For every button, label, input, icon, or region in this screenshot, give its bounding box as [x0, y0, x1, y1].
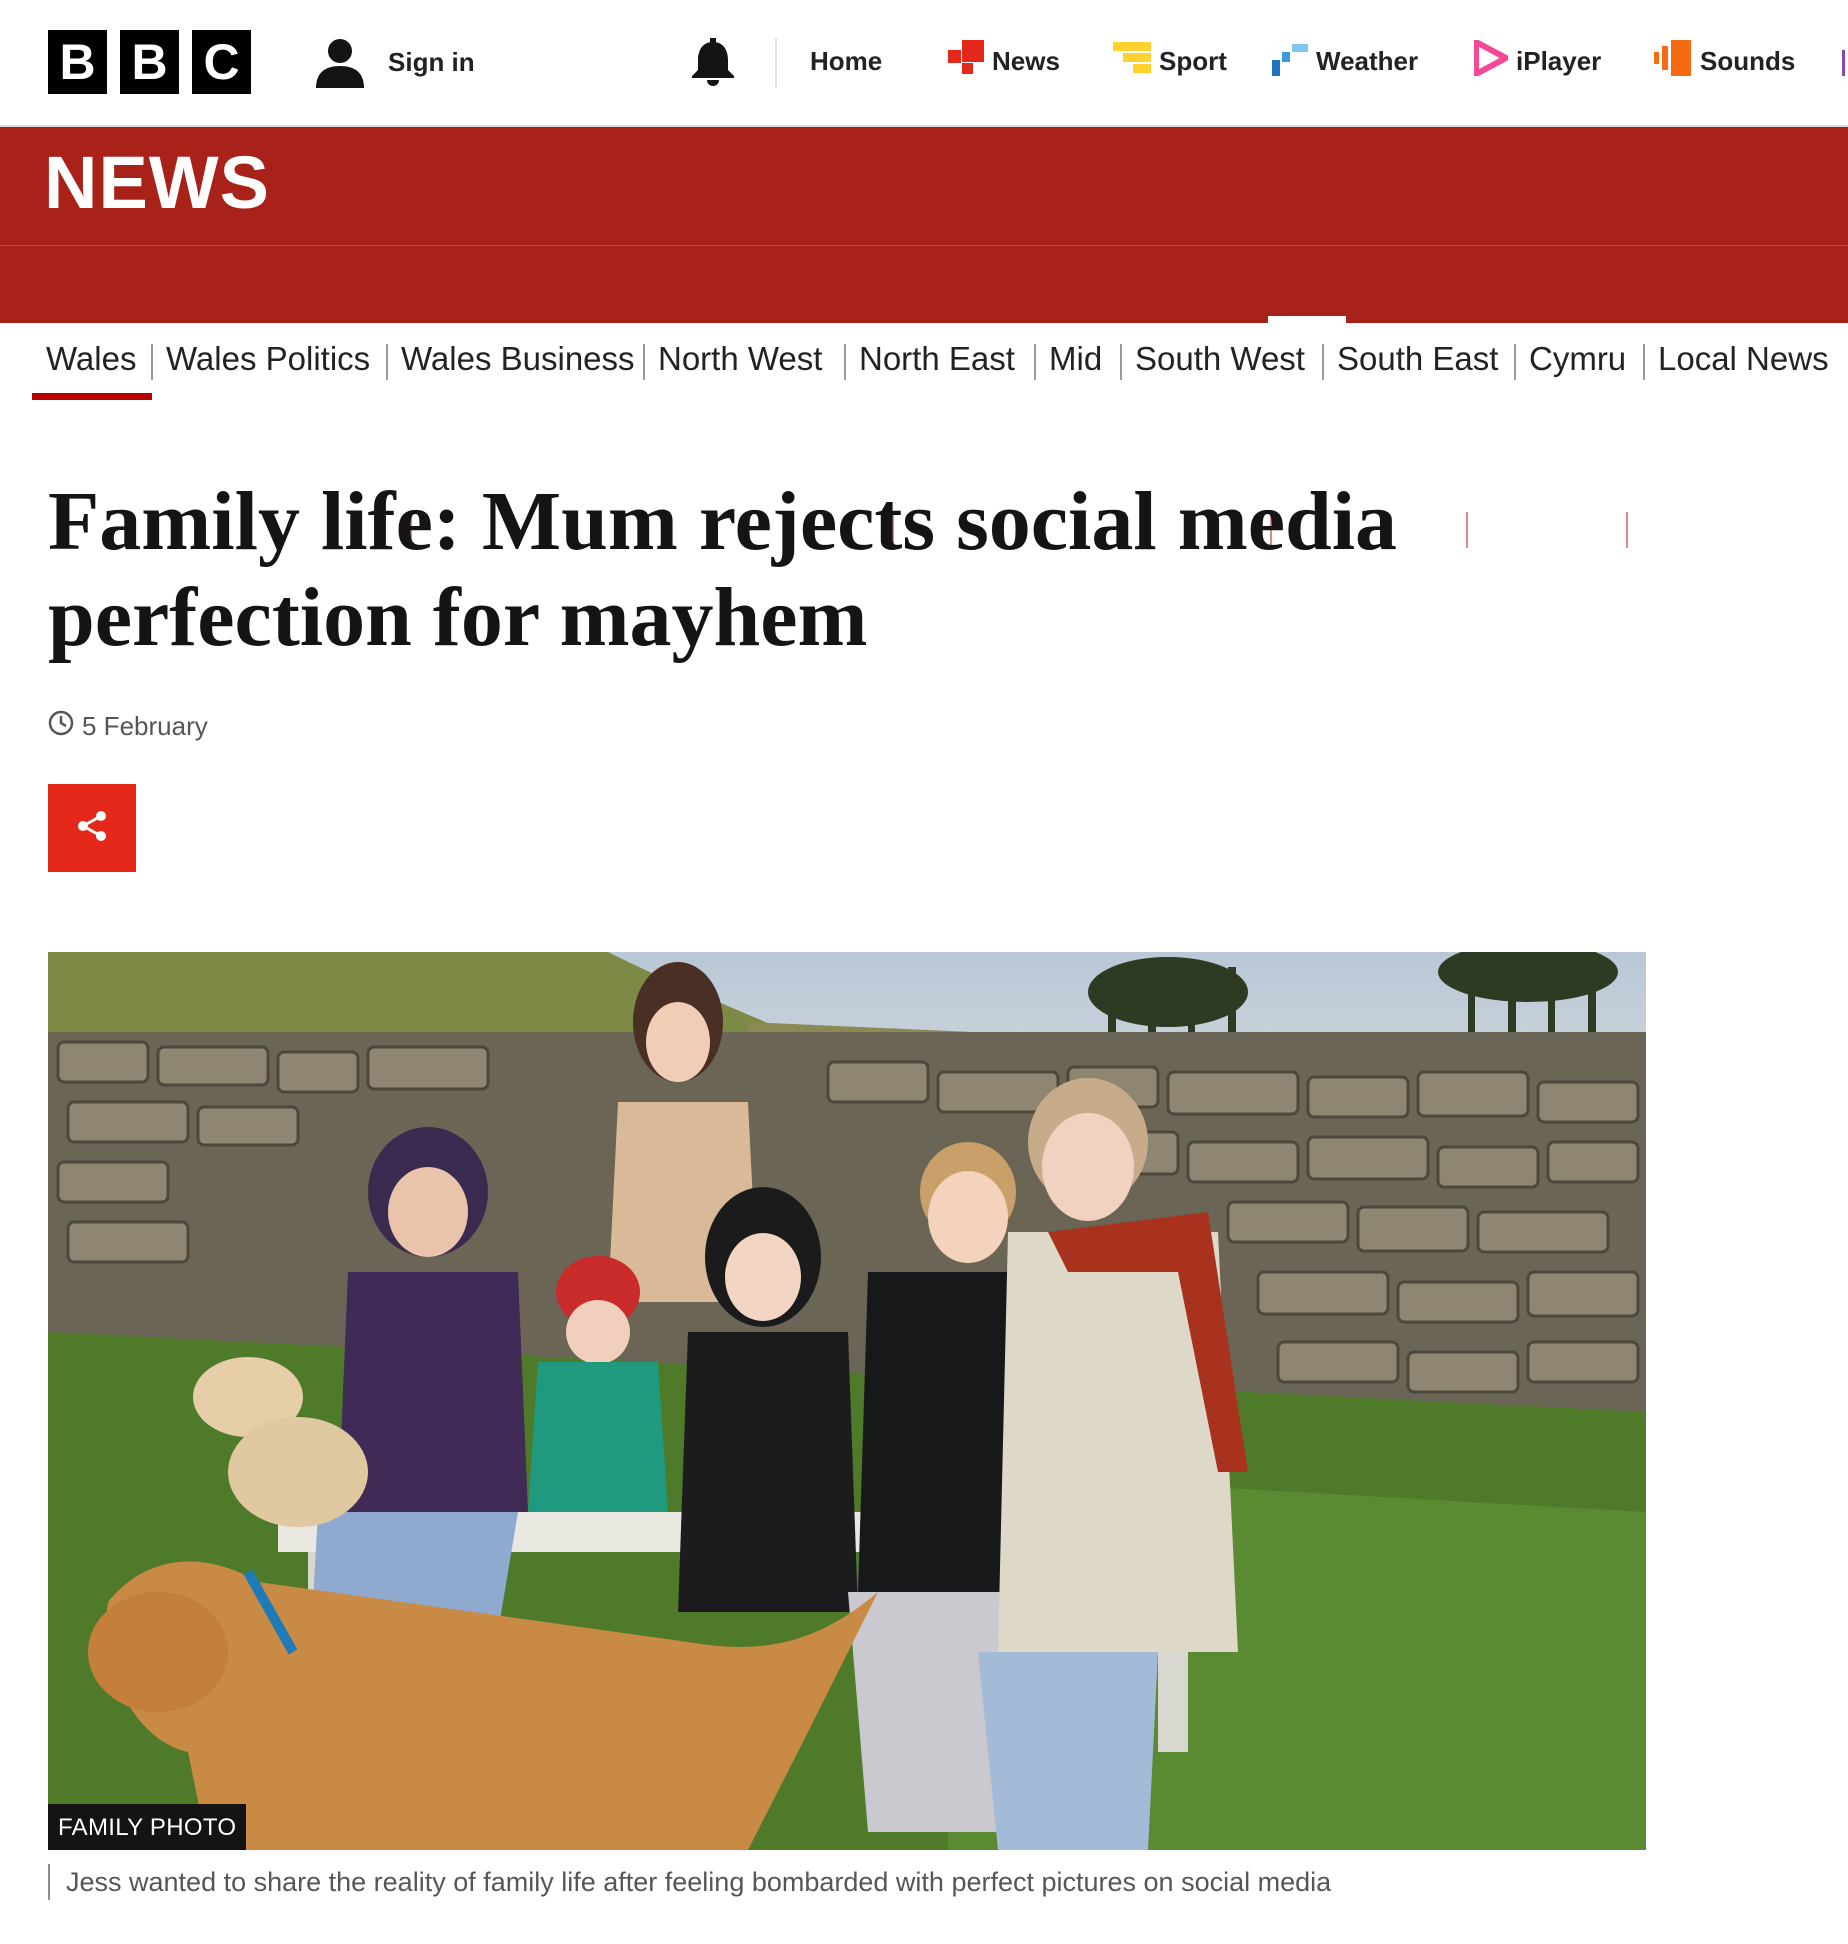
news-section-title[interactable]: NEWS — [44, 140, 270, 225]
weather-icon — [1272, 40, 1308, 83]
mainnav-selected-indicator — [1268, 316, 1346, 323]
topnav-sport-label: Sport — [1159, 45, 1227, 76]
topnav-news-label: News — [992, 45, 1060, 76]
photo-credit: FAMILY PHOTO — [48, 1804, 247, 1850]
subnav-wales[interactable]: Wales — [46, 340, 136, 378]
subnav-selected-indicator — [32, 393, 152, 400]
subnav-mid[interactable]: Mid — [1049, 340, 1102, 378]
subnav-south-east[interactable]: South East — [1337, 340, 1498, 378]
subnav-separator — [844, 344, 846, 380]
subnav-separator — [643, 344, 645, 380]
family-photo — [48, 952, 1646, 1850]
subnav-cymru[interactable]: Cymru — [1529, 340, 1626, 378]
topnav-home[interactable]: Home — [810, 40, 882, 82]
subnav-separator — [1322, 344, 1324, 380]
bbc-logo-letter-b2: B — [120, 30, 179, 94]
topnav-home-label: Home — [810, 45, 883, 76]
subnav-separator — [1643, 344, 1645, 380]
topnav-sounds-label: Sounds — [1700, 45, 1796, 76]
bbc-logo-letter-c: C — [192, 30, 251, 94]
subnav-separator — [386, 344, 388, 380]
news-main-nav: Home Israel-Gaza war Cost of Living War … — [0, 246, 1848, 548]
article-date: 5 February — [48, 710, 208, 743]
share-icon — [75, 809, 109, 848]
share-button[interactable] — [48, 784, 136, 872]
bbc-logo[interactable]: B B C — [48, 30, 251, 94]
subnav-separator — [151, 344, 153, 380]
subnav-local-news[interactable]: Local News — [1658, 340, 1829, 378]
clock-icon — [48, 710, 74, 743]
topnav-overflow-indicator — [1842, 50, 1845, 76]
article-lead-image: FAMILY PHOTO — [48, 952, 1646, 1850]
sign-in-label: Sign in — [388, 46, 475, 77]
subnav-south-west[interactable]: South West — [1135, 340, 1305, 378]
subnav-wales-politics[interactable]: Wales Politics — [166, 340, 370, 378]
topnav-iplayer[interactable]: iPlayer — [1473, 36, 1602, 83]
sounds-icon — [1654, 39, 1692, 83]
subnav-separator — [1034, 344, 1036, 380]
iplayer-icon — [1473, 36, 1513, 83]
subnav-separator — [1514, 344, 1516, 380]
image-caption: Jess wanted to share the reality of fami… — [48, 1864, 1331, 1900]
topnav-iplayer-label: iPlayer — [1516, 45, 1602, 76]
topnav-sounds[interactable]: Sounds — [1654, 39, 1796, 83]
bbc-logo-letter-b1: B — [48, 30, 107, 94]
sport-icon — [1113, 40, 1151, 83]
topnav-sport[interactable]: Sport — [1113, 40, 1227, 82]
topnav-weather[interactable]: Weather — [1272, 40, 1418, 82]
article-date-text: 5 February — [82, 711, 208, 741]
notifications-bell-icon[interactable] — [690, 38, 736, 91]
topnav-weather-label: Weather — [1316, 45, 1419, 76]
user-icon — [314, 36, 366, 88]
subnav-north-east[interactable]: North East — [859, 340, 1015, 378]
header-divider — [775, 38, 777, 88]
subnav-north-west[interactable]: North West — [658, 340, 822, 378]
subnav-wales-business[interactable]: Wales Business — [401, 340, 635, 378]
article-headline: Family life: Mum rejects social media pe… — [48, 475, 1398, 664]
topnav-news[interactable]: News — [948, 39, 1060, 83]
subnav-separator — [1120, 344, 1122, 380]
bbc-global-header: B B C Sign in Home News Sport Weather iP… — [0, 0, 1848, 127]
sign-in-link[interactable]: Sign in — [314, 36, 475, 88]
news-icon — [948, 39, 984, 83]
